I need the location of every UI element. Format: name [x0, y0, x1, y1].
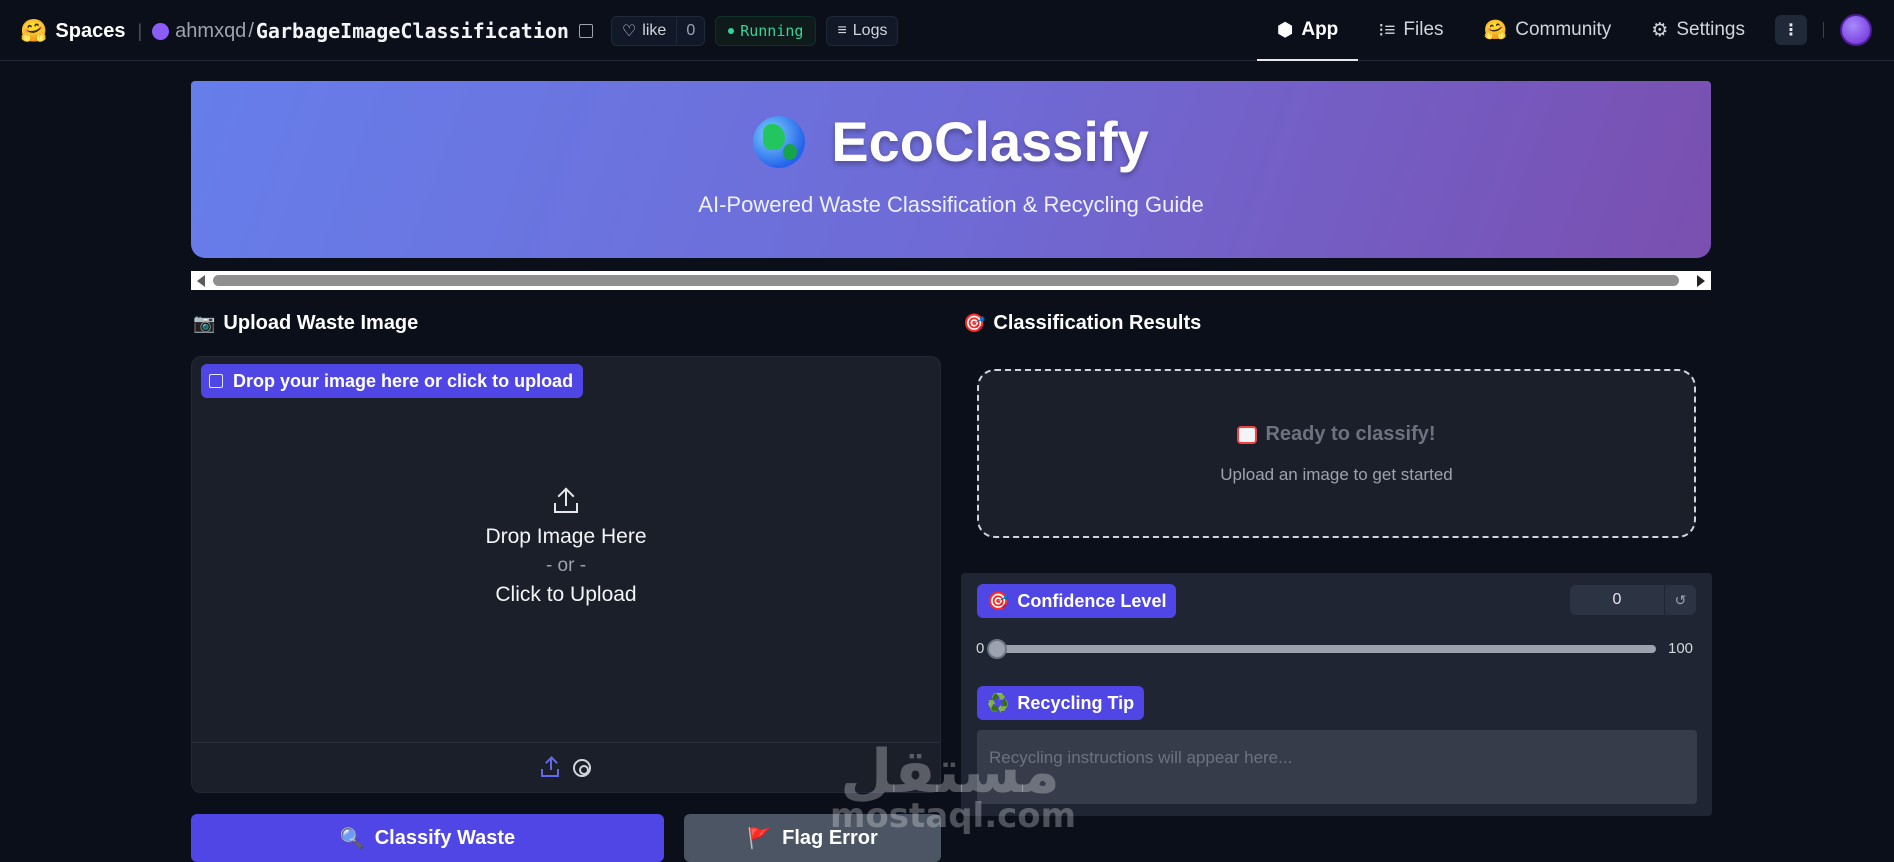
confidence-number-field[interactable]: 0 ↺ — [1570, 585, 1696, 615]
scroll-right-icon[interactable] — [1697, 275, 1705, 287]
click-upload-text: Click to Upload — [495, 583, 637, 606]
tab-settings[interactable]: ⚙ Settings — [1631, 0, 1765, 60]
flag-label: Flag Error — [782, 826, 878, 849]
upload-icon — [552, 487, 580, 515]
logs-label: Logs — [852, 22, 888, 39]
logs-icon: ≡ — [837, 22, 847, 39]
status-dot-icon — [728, 28, 735, 34]
space-nav: ⬢ App ⁝≡ Files 🤗 Community ⚙ Settings ⋮ — [1256, 0, 1894, 61]
like-button[interactable]: ♡ like 0 — [610, 16, 706, 46]
upload-label: Drop your image here or click to upload — [201, 364, 584, 398]
target-icon: 🎯 — [963, 313, 986, 333]
confidence-slider[interactable] — [987, 639, 1656, 659]
hero-banner: EcoClassify AI-Powered Waste Classificat… — [191, 81, 1711, 258]
spaces-link[interactable]: Spaces — [55, 20, 125, 43]
results-panel: Ready to classify! Upload an image to ge… — [977, 369, 1696, 538]
recycling-tip-textbox[interactable]: Recycling instructions will appear here.… — [977, 730, 1697, 804]
target-icon: 🎯 — [987, 590, 1010, 611]
globe-icon — [753, 115, 806, 168]
files-icon: ⁝≡ — [1378, 19, 1396, 41]
like-count[interactable]: 0 — [677, 22, 704, 40]
flag-icon: 🚩 — [747, 827, 773, 850]
like-label: like — [642, 22, 667, 39]
tab-community[interactable]: 🤗 Community — [1464, 0, 1632, 60]
image-upload-dropzone[interactable]: Drop your image here or click to upload … — [191, 356, 941, 793]
tab-label: Files — [1403, 19, 1444, 40]
drop-text: Drop Image Here — [485, 525, 647, 548]
confidence-label: 🎯 Confidence Level — [977, 584, 1177, 618]
tab-app[interactable]: ⬢ App — [1256, 0, 1359, 61]
recycling-tip-label: ♻️ Recycling Tip — [977, 686, 1145, 720]
owner-avatar[interactable] — [152, 22, 170, 40]
cube-icon: ⬢ — [1276, 19, 1294, 41]
like-toggle[interactable]: ♡ like — [612, 17, 678, 45]
robot-icon — [1237, 425, 1258, 444]
upload-label-text: Drop your image here or click to upload — [233, 370, 574, 391]
app-title: EcoClassify — [831, 110, 1149, 173]
output-controls: 🎯 Confidence Level 0 ↺ 0 100 ♻️ Recyclin… — [961, 573, 1712, 816]
tab-label: App — [1301, 19, 1339, 40]
slider-min-label: 0 — [976, 640, 985, 657]
heart-icon: ♡ — [621, 23, 637, 40]
divider — [1823, 22, 1824, 38]
source-selector — [192, 742, 940, 792]
upload-heading: 📷 Upload Waste Image — [193, 312, 418, 335]
status-badge[interactable]: Running — [715, 16, 817, 46]
flag-error-button[interactable]: 🚩 Flag Error — [684, 814, 941, 862]
scroll-left-icon[interactable] — [197, 275, 205, 287]
ready-text: Ready to classify! — [1265, 423, 1436, 445]
slider-thumb[interactable] — [987, 639, 1007, 659]
reset-icon[interactable]: ↺ — [1664, 585, 1696, 615]
results-heading: 🎯 Classification Results — [963, 312, 1201, 335]
space-header: 🤗 Spaces | ahmxqd / GarbageImageClassifi… — [20, 14, 899, 48]
owner-link[interactable]: ahmxqd — [175, 20, 246, 43]
scrollbar-thumb[interactable] — [213, 275, 1679, 286]
hugging-face-logo-icon[interactable]: 🤗 — [20, 18, 47, 44]
logs-button[interactable]: ≡ Logs — [826, 16, 899, 46]
results-hint: Upload an image to get started — [1220, 465, 1453, 484]
camera-icon: 📷 — [193, 313, 216, 333]
tab-files[interactable]: ⁝≡ Files — [1358, 0, 1463, 60]
or-text: - or - — [545, 555, 587, 576]
community-icon: 🤗 — [1483, 20, 1508, 41]
slider-max-label: 100 — [1668, 640, 1694, 657]
user-avatar[interactable] — [1840, 14, 1872, 46]
more-options-button[interactable]: ⋮ — [1775, 15, 1807, 45]
top-bar: 🤗 Spaces | ahmxqd / GarbageImageClassifi… — [0, 0, 1894, 61]
app-subtitle: AI-Powered Waste Classification & Recycl… — [698, 192, 1204, 217]
confidence-value[interactable]: 0 — [1570, 591, 1664, 609]
hero-title-row: EcoClassify — [191, 109, 1711, 174]
recycle-icon: ♻️ — [987, 692, 1010, 713]
classify-button[interactable]: 🔍 Classify Waste — [191, 814, 664, 862]
tab-label: Settings — [1676, 19, 1745, 40]
classify-label: Classify Waste — [374, 826, 516, 849]
gear-icon: ⚙ — [1651, 19, 1669, 41]
webcam-source-icon[interactable] — [573, 758, 591, 777]
divider: | — [137, 20, 143, 41]
repo-name-link[interactable]: GarbageImageClassification — [256, 19, 569, 43]
ready-message: Ready to classify! — [979, 423, 1694, 446]
copy-icon[interactable] — [578, 24, 593, 38]
drop-prompt[interactable]: Drop Image Here - or - Click to Upload — [192, 487, 940, 607]
status-text: Running — [740, 22, 804, 40]
horizontal-scrollbar[interactable] — [191, 271, 1711, 290]
confidence-label-text: Confidence Level — [1017, 590, 1167, 611]
recycling-tip-label-text: Recycling Tip — [1017, 692, 1135, 713]
tab-label: Community — [1515, 19, 1612, 40]
path-separator: / — [248, 19, 254, 42]
image-icon — [209, 374, 223, 388]
upload-heading-text: Upload Waste Image — [223, 312, 419, 334]
results-heading-text: Classification Results — [993, 312, 1202, 334]
magnifier-icon: 🔍 — [339, 827, 365, 850]
upload-source-icon[interactable] — [541, 757, 559, 777]
